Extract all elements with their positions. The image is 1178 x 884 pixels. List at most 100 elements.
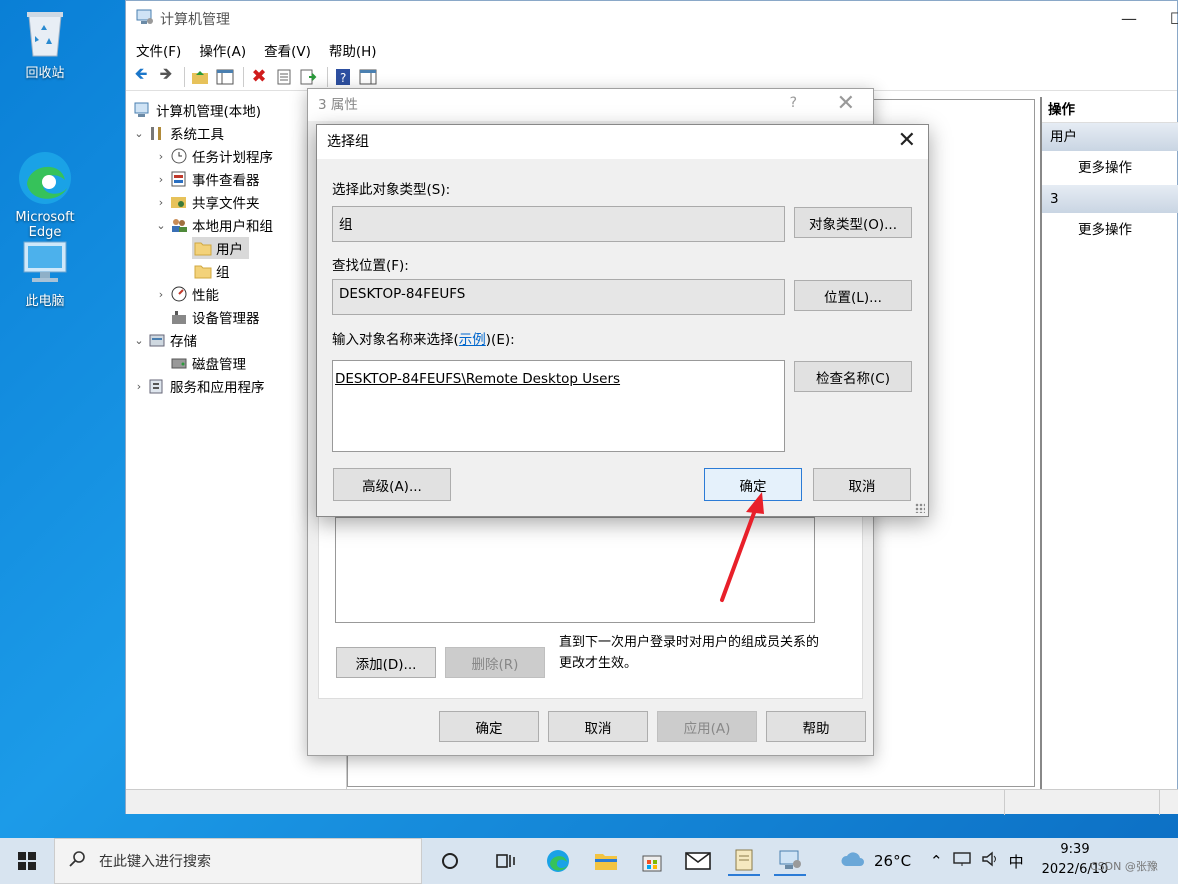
volume-icon[interactable]	[981, 851, 999, 871]
mail-icon[interactable]	[682, 846, 714, 876]
delete-icon[interactable]: ✖	[248, 66, 270, 88]
network-icon[interactable]	[952, 851, 971, 871]
properties-dialog-title: 3 属性	[308, 89, 873, 121]
tree-item-disk-management[interactable]: 磁盘管理	[168, 352, 246, 374]
chevron-down-icon[interactable]: ⌄	[132, 334, 146, 347]
advanced-button[interactable]: 高级(A)...	[333, 468, 451, 501]
desktop-icon-label: 回收站	[25, 66, 65, 81]
check-names-button[interactable]: 检查名称(C)	[794, 361, 912, 392]
export-list-icon[interactable]	[298, 66, 320, 88]
tree-label: 系统工具	[170, 127, 224, 143]
actions-more-actions[interactable]: 更多操作	[1042, 151, 1178, 185]
remove-button[interactable]: 删除(R)	[445, 647, 545, 678]
tree-item-event-viewer[interactable]: › 事件查看器	[154, 168, 260, 190]
actions-header: 操作	[1042, 97, 1178, 123]
select-group-dialog: 选择组 ✕ 选择此对象类型(S): 组 对象类型(O)... 查找位置(F): …	[316, 124, 929, 517]
cancel-button[interactable]: 取消	[548, 711, 648, 742]
weather-widget[interactable]: 26°C	[840, 838, 911, 884]
show-hide-tree-icon[interactable]	[214, 66, 236, 88]
windows-logo-icon	[18, 852, 36, 870]
tree-item-shared-folders[interactable]: › 共享文件夹	[154, 191, 260, 213]
menu-file[interactable]: 文件(F)	[136, 40, 181, 60]
tree-item-system-tools[interactable]: ⌄ 系统工具	[132, 122, 224, 144]
menu-action[interactable]: 操作(A)	[199, 40, 246, 60]
locations-button[interactable]: 位置(L)...	[794, 280, 912, 311]
task-view-icon[interactable]	[490, 846, 522, 876]
computer-icon	[20, 240, 70, 286]
resize-grip[interactable]	[915, 503, 925, 513]
back-arrow-icon[interactable]: 🡸	[130, 64, 152, 88]
disk-icon	[170, 355, 188, 371]
chevron-right-icon[interactable]: ›	[132, 380, 146, 393]
menu-view[interactable]: 查看(V)	[264, 40, 311, 60]
tree-label: 用户	[216, 242, 243, 258]
tree-label: 事件查看器	[192, 173, 260, 189]
object-names-label-prefix: 输入对象名称来选择(	[332, 332, 459, 348]
chevron-up-icon[interactable]: ⌃	[930, 852, 943, 870]
up-folder-icon[interactable]	[189, 66, 211, 88]
edge-taskbar-icon[interactable]	[542, 846, 574, 876]
object-names-input[interactable]: DESKTOP-84FEUFS\Remote Desktop Users	[332, 360, 785, 452]
ok-button[interactable]: 确定	[439, 711, 539, 742]
device-manager-icon	[170, 309, 188, 325]
examples-link[interactable]: 示例	[459, 332, 486, 348]
tree-item-storage[interactable]: ⌄ 存储	[132, 329, 197, 351]
tree-item-local-users-groups[interactable]: ⌄ 本地用户和组	[154, 214, 273, 236]
menu-help[interactable]: 帮助(H)	[329, 40, 377, 60]
shared-folder-icon	[170, 194, 188, 210]
tree-item-task-scheduler[interactable]: › 任务计划程序	[154, 145, 273, 167]
apply-button[interactable]: 应用(A)	[657, 711, 757, 742]
object-types-button[interactable]: 对象类型(O)...	[794, 207, 912, 238]
cortana-icon[interactable]	[434, 846, 466, 876]
notepad-icon[interactable]	[728, 846, 760, 876]
chevron-right-icon[interactable]: ›	[154, 288, 168, 301]
tree-item-performance[interactable]: › 性能	[154, 283, 219, 305]
file-explorer-icon[interactable]	[590, 846, 622, 876]
cancel-button[interactable]: 取消	[813, 468, 911, 501]
desktop-icon-recycle-bin[interactable]: 回收站	[0, 8, 90, 81]
close-icon[interactable]: ✕	[837, 91, 855, 116]
membership-note: 直到下一次用户登录时对用户的组成员关系的更改才生效。	[559, 635, 820, 671]
title-bar: 计算机管理 — ☐	[126, 1, 1178, 37]
actions-section-users[interactable]: 用户	[1042, 123, 1178, 151]
actions-section-3[interactable]: 3	[1042, 185, 1178, 213]
annotation-arrow	[720, 492, 764, 602]
window-title: 计算机管理	[160, 12, 230, 28]
help-icon[interactable]: ?	[332, 66, 354, 88]
tree-item-computer-management[interactable]: 计算机管理(本地)	[132, 99, 261, 121]
computer-management-taskbar-icon[interactable]	[774, 846, 806, 876]
minimize-button[interactable]: —	[1114, 7, 1144, 31]
chevron-right-icon[interactable]: ›	[154, 150, 168, 163]
toolbar: 🡸 🡺 ✖ ?	[126, 63, 1177, 91]
folder-icon	[194, 240, 212, 256]
chevron-right-icon[interactable]: ›	[154, 196, 168, 209]
taskbar-search-box[interactable]: 在此键入进行搜索	[54, 838, 422, 884]
tree-item-groups[interactable]: 组	[192, 260, 230, 282]
tree-item-device-manager[interactable]: 设备管理器	[168, 306, 260, 328]
maximize-button[interactable]: ☐	[1162, 7, 1178, 31]
properties-icon[interactable]	[273, 66, 295, 88]
chevron-right-icon[interactable]: ›	[154, 173, 168, 186]
tools-icon	[148, 125, 166, 141]
start-button[interactable]	[0, 838, 54, 884]
desktop-icon-this-pc[interactable]: 此电脑	[0, 240, 90, 309]
chevron-down-icon[interactable]: ⌄	[154, 219, 168, 232]
show-action-pane-icon[interactable]	[357, 66, 379, 88]
tree-item-services-apps[interactable]: › 服务和应用程序	[132, 375, 265, 397]
help-question-icon[interactable]: ?	[790, 95, 797, 111]
close-icon[interactable]: ✕	[898, 128, 916, 153]
desktop-icon-edge[interactable]: Microsoft Edge	[0, 120, 90, 255]
location-field: DESKTOP-84FEUFS	[332, 279, 785, 315]
recycle-bin-icon	[23, 8, 67, 58]
object-name-value: DESKTOP-84FEUFS\Remote Desktop Users	[335, 371, 621, 387]
services-icon	[148, 378, 166, 394]
help-button[interactable]: 帮助	[766, 711, 866, 742]
tree-item-users[interactable]: 用户	[192, 237, 249, 259]
store-icon[interactable]	[636, 846, 668, 876]
forward-arrow-icon[interactable]: 🡺	[155, 64, 177, 88]
chevron-down-icon[interactable]: ⌄	[132, 127, 146, 140]
add-button[interactable]: 添加(D)...	[336, 647, 436, 678]
ime-indicator[interactable]: 中	[1009, 851, 1024, 872]
tree-label: 任务计划程序	[192, 150, 273, 166]
actions-more-actions[interactable]: 更多操作	[1042, 213, 1178, 247]
